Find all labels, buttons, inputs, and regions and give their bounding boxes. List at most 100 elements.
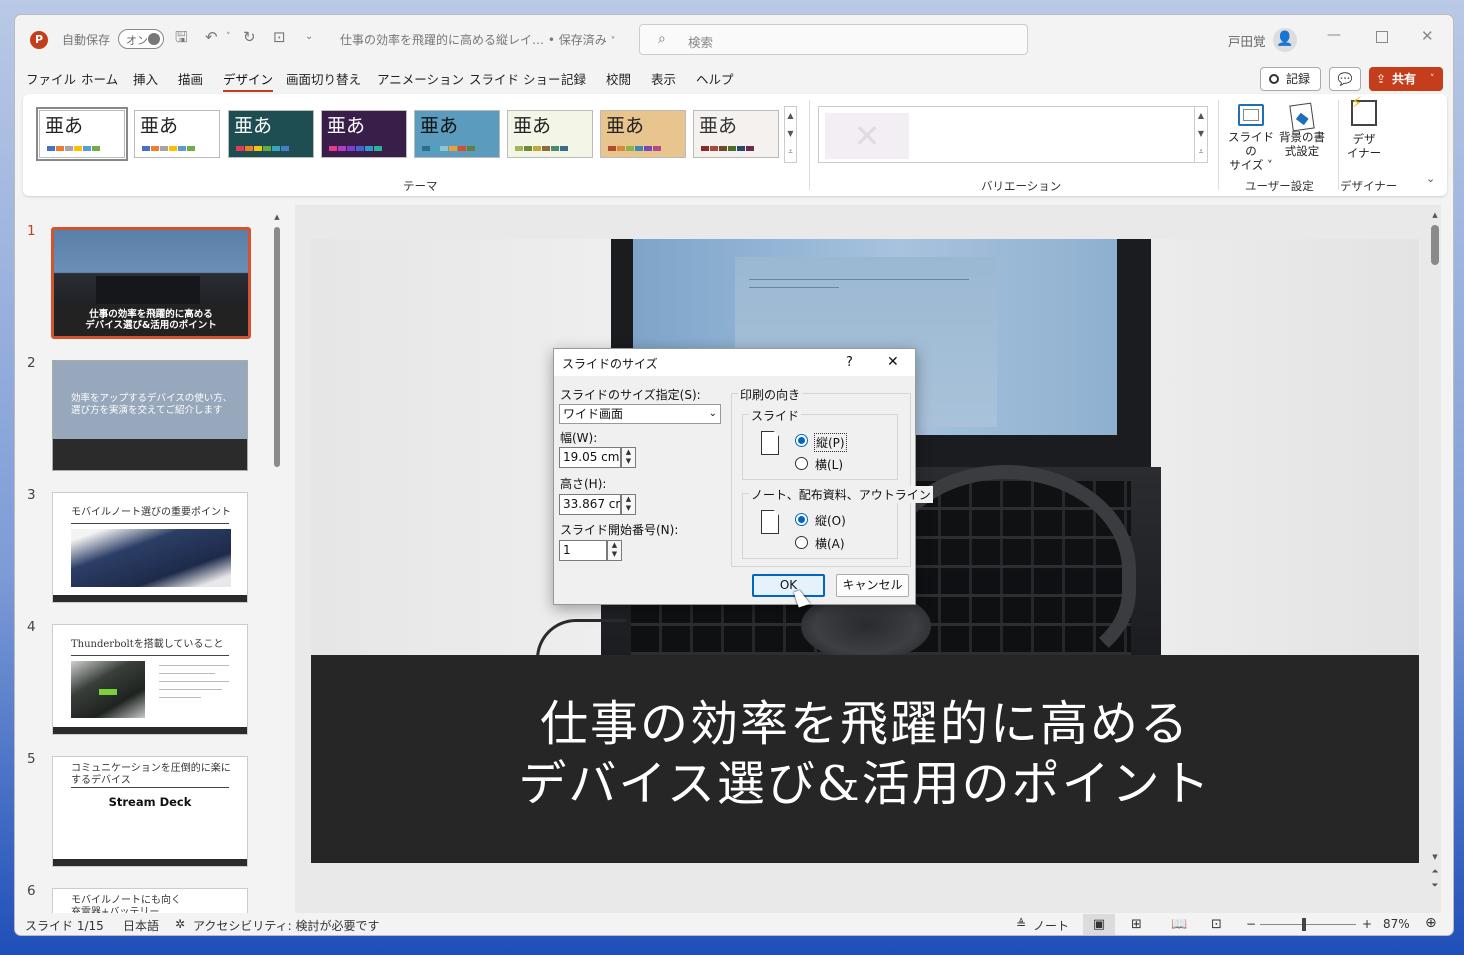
theme-thumbnail-2[interactable]: 亜あ bbox=[134, 110, 220, 158]
gallery-scroll[interactable]: ▲ ▼ ⩡ bbox=[784, 106, 797, 163]
format-background-button[interactable]: 背景の書 式設定 bbox=[1276, 102, 1328, 158]
theme-thumbnail-4[interactable]: 亜あ bbox=[321, 110, 407, 158]
tab-file[interactable]: ファイル bbox=[26, 71, 76, 89]
slides-landscape-label[interactable]: 横(L) bbox=[815, 456, 843, 473]
height-input[interactable]: 33.867 cm bbox=[559, 494, 621, 515]
slide-thumbnail-1[interactable]: 仕事の効率を飛躍的に高める デバイス選び&活用のポイント bbox=[51, 227, 251, 339]
notes-landscape-label[interactable]: 横(A) bbox=[815, 535, 845, 552]
height-stepper[interactable]: ▲ ▼ bbox=[621, 494, 636, 515]
slide-thumbnail-4[interactable]: Thunderboltを搭載していること bbox=[52, 624, 248, 735]
comments-button[interactable]: 💬 bbox=[1329, 67, 1361, 91]
search-box[interactable]: ⌕ 検索 bbox=[639, 24, 1028, 55]
avatar[interactable]: 👤 bbox=[1273, 28, 1297, 52]
dialog-close-button[interactable]: ✕ bbox=[887, 354, 899, 370]
scroll-up-icon[interactable]: ▲ bbox=[1429, 211, 1441, 219]
help-button[interactable]: ? bbox=[846, 355, 853, 370]
tab-slideshow[interactable]: スライド ショー bbox=[469, 71, 560, 89]
maximize-icon[interactable] bbox=[1376, 31, 1388, 43]
zoom-slider[interactable] bbox=[1260, 918, 1356, 931]
language-indicator[interactable]: 日本語 bbox=[123, 917, 159, 934]
scroll-down-icon[interactable]: ▼ bbox=[785, 125, 796, 143]
scrollbar-thumb[interactable] bbox=[274, 227, 280, 467]
tab-insert[interactable]: 挿入 bbox=[133, 71, 158, 89]
fit-to-window-icon[interactable]: ⊕ bbox=[1425, 915, 1437, 931]
stepper-up-icon[interactable]: ▲ bbox=[622, 448, 635, 457]
slide-sorter-icon[interactable]: ⊞ bbox=[1131, 917, 1142, 932]
slides-landscape-radio[interactable] bbox=[795, 457, 808, 470]
user-name[interactable]: 戸田覚 bbox=[1228, 31, 1266, 50]
theme-thumbnail-8[interactable]: 亜あ bbox=[693, 110, 779, 158]
notes-portrait-radio[interactable] bbox=[795, 513, 808, 526]
accessibility-status[interactable]: アクセシビリティ: 検討が必要です bbox=[193, 917, 380, 934]
variation-thumbnail[interactable]: ✕ bbox=[825, 113, 909, 159]
share-button[interactable]: ⇪ 共有 ˅ bbox=[1369, 67, 1443, 91]
slides-portrait-label[interactable]: 縦(P) bbox=[814, 433, 847, 452]
scroll-up-icon[interactable]: ▲ bbox=[272, 213, 282, 221]
variation-scroll[interactable]: ▲ ▼ ⩡ bbox=[1194, 107, 1207, 162]
notes-landscape-radio[interactable] bbox=[795, 536, 808, 549]
tab-design[interactable]: デザイン bbox=[223, 71, 274, 92]
slide-size-select[interactable]: ワイド画面 ⌄ bbox=[559, 404, 721, 424]
record-button[interactable]: 記録 bbox=[1260, 67, 1321, 91]
start-number-stepper[interactable]: ▲ ▼ bbox=[607, 540, 622, 561]
redo-icon[interactable]: ↻ bbox=[243, 27, 256, 47]
slide-thumbnail-5[interactable]: コミュニケーションを圧倒的に楽に するデバイス Stream Deck bbox=[52, 756, 248, 867]
designer-button[interactable]: ⚡ デザ イナー bbox=[1342, 95, 1386, 161]
present-icon[interactable]: ⊡ bbox=[273, 27, 286, 47]
document-title[interactable]: 仕事の効率を飛躍的に高める縦レイ… • 保存済み ˅ bbox=[340, 31, 616, 48]
notes-button[interactable]: ノート bbox=[1033, 917, 1069, 934]
slide-thumbnail-3[interactable]: モバイルノート選びの重要ポイント bbox=[52, 492, 248, 603]
undo-icon[interactable]: ↶ bbox=[205, 27, 218, 47]
editor-scrollbar[interactable]: ▲ ▼ ⏶ ⏷ bbox=[1429, 211, 1441, 901]
slide-size-button[interactable]: スライドの サイズ ˅ bbox=[1225, 104, 1277, 172]
slides-portrait-radio[interactable] bbox=[795, 434, 808, 447]
thumbnail-scrollbar[interactable]: ▲ ▼ bbox=[272, 213, 282, 923]
scroll-up-icon[interactable]: ▲ bbox=[785, 107, 796, 125]
theme-thumbnail-1[interactable]: 亜あ bbox=[36, 107, 128, 161]
slide-thumbnail-2[interactable]: 効率をアップするデバイスの使い方、 選び方を実演を交えてご紹介します bbox=[52, 360, 248, 471]
stepper-down-icon[interactable]: ▼ bbox=[622, 504, 635, 513]
width-stepper[interactable]: ▲ ▼ bbox=[621, 447, 636, 468]
stepper-up-icon[interactable]: ▲ bbox=[608, 541, 621, 550]
start-number-input[interactable]: 1 bbox=[559, 540, 607, 561]
reading-view-icon[interactable]: 📖 bbox=[1171, 917, 1187, 932]
close-icon[interactable]: ✕ bbox=[1421, 27, 1434, 45]
tab-draw[interactable]: 描画 bbox=[178, 71, 203, 89]
notes-portrait-label[interactable]: 縦(O) bbox=[815, 512, 846, 529]
autosave-toggle[interactable]: オン bbox=[118, 29, 164, 49]
slide-title-line1[interactable]: 仕事の効率を飛躍的に高める bbox=[311, 695, 1419, 753]
tab-view[interactable]: 表示 bbox=[651, 71, 676, 89]
scroll-down-icon[interactable]: ▼ bbox=[1429, 853, 1441, 861]
tab-review[interactable]: 校閲 bbox=[606, 71, 631, 89]
zoom-out-icon[interactable]: − bbox=[1246, 917, 1256, 931]
normal-view-button[interactable]: ▣ bbox=[1083, 914, 1115, 935]
undo-dropdown-icon[interactable]: ˅ bbox=[226, 27, 231, 47]
minimize-icon[interactable]: — bbox=[1327, 27, 1341, 43]
slide-title-line2[interactable]: デバイス選び&活用のポイント bbox=[311, 755, 1419, 813]
tab-animations[interactable]: アニメーション bbox=[377, 71, 464, 89]
notes-icon[interactable]: ≜ bbox=[1016, 917, 1026, 931]
scrollbar-thumb[interactable] bbox=[1431, 225, 1439, 265]
accessibility-icon[interactable]: ✲ bbox=[175, 917, 185, 931]
width-input[interactable]: 19.05 cm bbox=[559, 447, 621, 468]
theme-thumbnail-7[interactable]: 亜あ bbox=[600, 110, 686, 158]
customize-toolbar-icon[interactable]: ⌄ bbox=[305, 27, 313, 47]
tab-record[interactable]: 記録 bbox=[561, 71, 586, 89]
gallery-more-icon[interactable]: ⩡ bbox=[1195, 143, 1207, 161]
collapse-ribbon-icon[interactable]: ⌄ bbox=[1426, 172, 1435, 185]
save-icon[interactable]: 🖫 bbox=[175, 27, 188, 47]
stepper-up-icon[interactable]: ▲ bbox=[622, 495, 635, 504]
slideshow-icon[interactable]: ⊡ bbox=[1211, 917, 1222, 932]
next-slide-icon[interactable]: ⏷ bbox=[1429, 881, 1441, 891]
previous-slide-icon[interactable]: ⏶ bbox=[1429, 867, 1441, 877]
theme-thumbnail-3[interactable]: 亜あ bbox=[228, 110, 314, 158]
stepper-down-icon[interactable]: ▼ bbox=[622, 457, 635, 466]
scroll-up-icon[interactable]: ▲ bbox=[1195, 107, 1207, 125]
tab-transitions[interactable]: 画面切り替え bbox=[286, 71, 361, 89]
cancel-button[interactable]: キャンセル bbox=[836, 574, 909, 597]
stepper-down-icon[interactable]: ▼ bbox=[608, 550, 621, 559]
zoom-level[interactable]: 87% bbox=[1383, 917, 1410, 931]
gallery-more-icon[interactable]: ⩡ bbox=[785, 143, 796, 161]
tab-home[interactable]: ホーム bbox=[81, 71, 118, 89]
zoom-slider-thumb[interactable] bbox=[1302, 918, 1306, 931]
